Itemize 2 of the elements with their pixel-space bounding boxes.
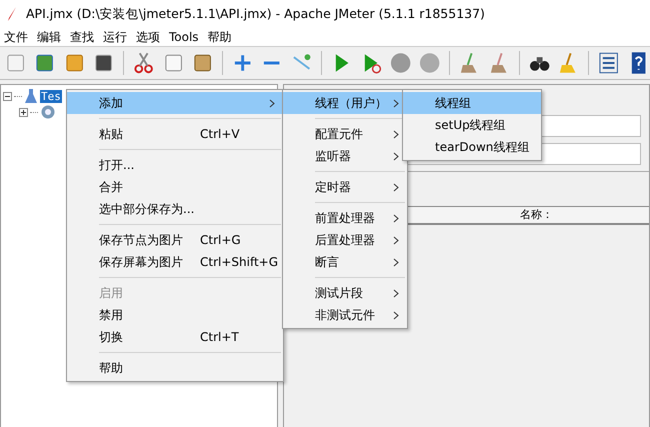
window-title: API.jmx (D:\安装包\jmeter5.1.1\API.jmx) - Apache JMeter (5.1.1 r1855137) <box>26 6 485 22</box>
column-header: 名称： <box>520 207 553 223</box>
